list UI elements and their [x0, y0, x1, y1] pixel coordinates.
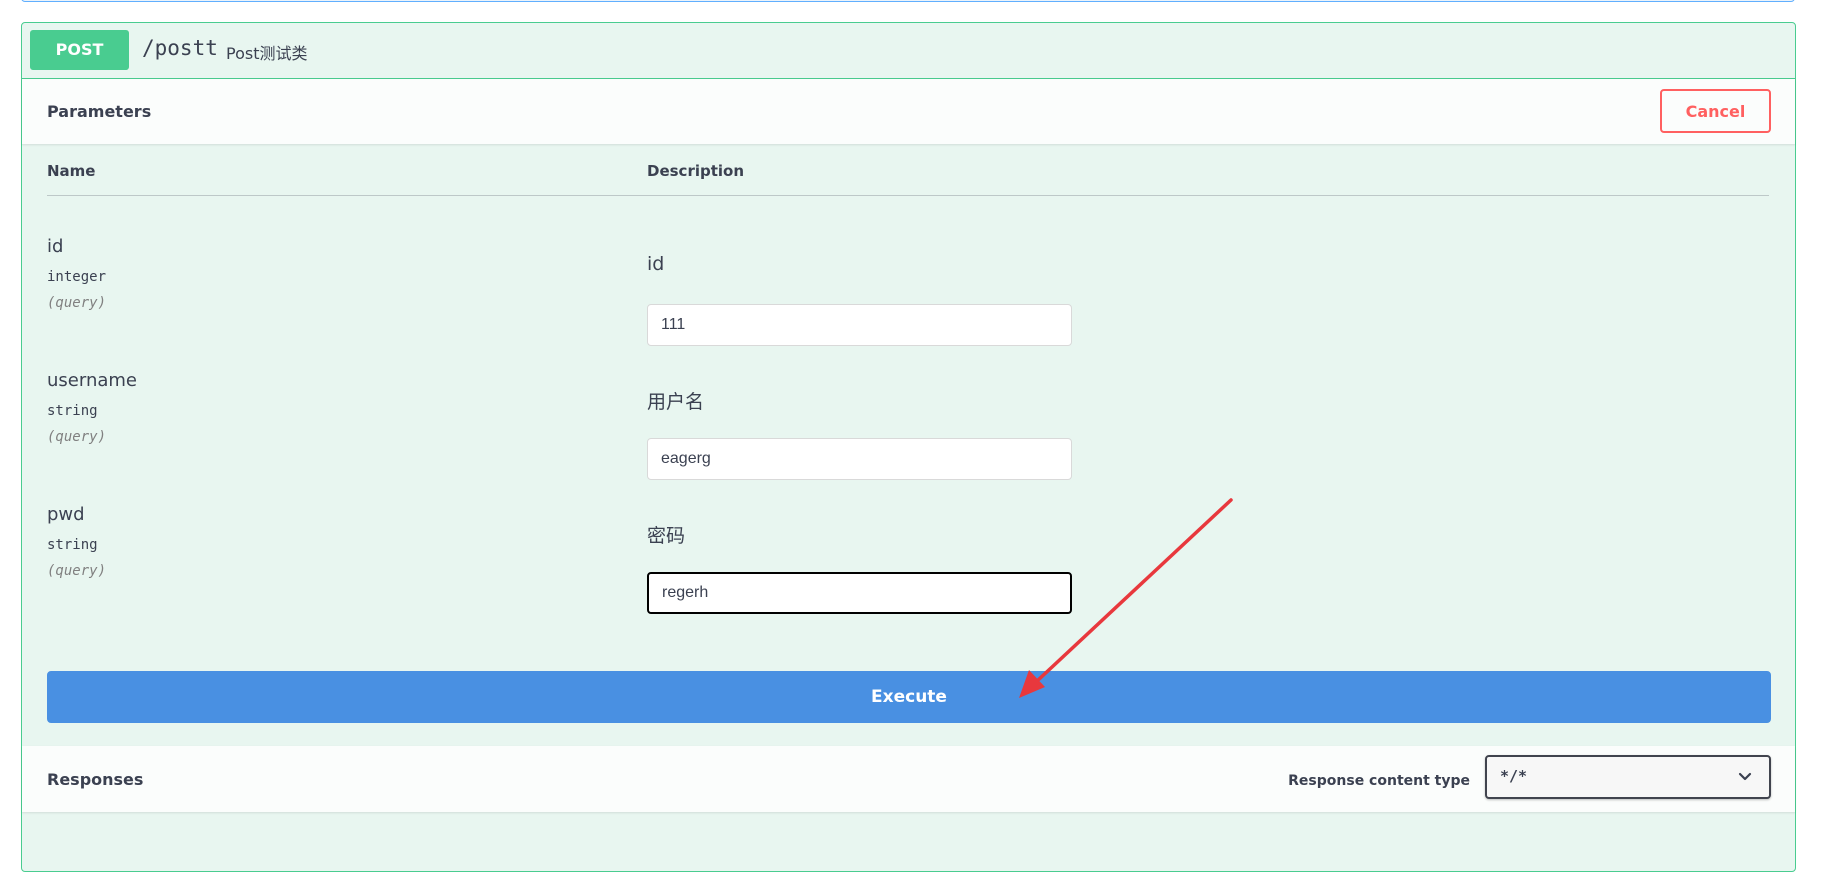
responses-title: Responses: [47, 770, 144, 789]
response-content-type-select[interactable]: */*: [1485, 755, 1771, 799]
param-description: id: [647, 253, 665, 275]
param-location: (query): [47, 563, 107, 579]
operation-description: Post测试类: [226, 44, 308, 63]
column-header-name: Name: [47, 162, 96, 180]
previous-opblock-edge: [21, 0, 1795, 2]
pwd-input[interactable]: [647, 572, 1072, 614]
param-name: id: [47, 236, 64, 257]
header-divider: [47, 195, 1769, 196]
column-header-description: Description: [647, 162, 745, 180]
operation-summary[interactable]: POST /postt Post测试类: [22, 23, 1795, 79]
chevron-down-icon: [1738, 772, 1752, 781]
param-location: (query): [47, 429, 107, 445]
param-name: username: [47, 370, 137, 391]
id-input[interactable]: [647, 304, 1072, 346]
parameters-title: Parameters: [47, 102, 152, 121]
param-location: (query): [47, 295, 107, 311]
param-description: 密码: [647, 525, 686, 547]
responses-header: Responses Response content type */*: [22, 746, 1795, 812]
response-content-type-label: Response content type: [1288, 773, 1470, 789]
operation-path: /postt: [142, 36, 218, 60]
cancel-button[interactable]: Cancel: [1660, 89, 1771, 133]
execute-button[interactable]: Execute: [47, 671, 1771, 723]
param-type: string: [47, 403, 98, 419]
param-name: pwd: [47, 504, 85, 525]
param-type: string: [47, 537, 98, 553]
param-description: 用户名: [647, 391, 705, 413]
method-badge: POST: [30, 30, 129, 70]
param-type: integer: [47, 269, 107, 285]
username-input[interactable]: [647, 438, 1072, 480]
parameters-header: Parameters Cancel: [22, 79, 1795, 144]
response-content-type-value: */*: [1500, 767, 1528, 785]
